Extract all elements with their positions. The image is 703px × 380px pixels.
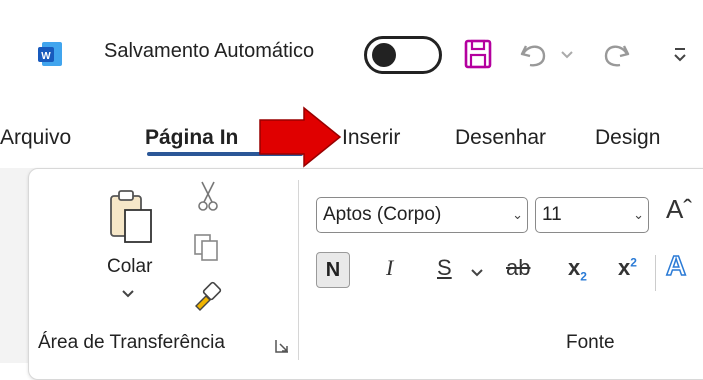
font-group-label: Fonte: [566, 332, 615, 353]
font-size-value: 11: [542, 204, 562, 225]
format-painter-icon[interactable]: [190, 278, 224, 312]
font-name-select[interactable]: Aptos (Corpo) ⌄: [316, 197, 528, 233]
superscript-mark: 2: [630, 255, 637, 270]
undo-dropdown-icon[interactable]: [560, 34, 574, 74]
svg-text:W: W: [41, 51, 51, 62]
undo-icon[interactable]: [516, 34, 552, 74]
ribbon-tabs: Arquivo Página In Inserir Desenhar Desig…: [0, 104, 703, 168]
chevron-down-icon: ⌄: [512, 207, 523, 222]
grow-font-icon[interactable]: Aˆ: [666, 194, 692, 225]
underline-button[interactable]: S: [437, 255, 452, 281]
paste-label[interactable]: Colar: [107, 256, 152, 278]
toggle-knob: [372, 43, 396, 67]
font-name-value: Aptos (Corpo): [323, 204, 442, 225]
subscript-mark: 2: [580, 269, 587, 284]
tab-arquivo[interactable]: Arquivo: [0, 126, 71, 150]
red-arrow-annotation: [259, 106, 342, 168]
redo-icon[interactable]: [598, 34, 634, 74]
tab-desenhar[interactable]: Desenhar: [455, 126, 546, 150]
subscript-button[interactable]: x2: [568, 255, 587, 283]
customize-qat-icon[interactable]: [670, 34, 690, 74]
dialog-launcher-icon[interactable]: [274, 338, 290, 354]
word-icon: W: [38, 42, 62, 66]
font-size-select[interactable]: 11 ⌄: [535, 197, 649, 233]
paste-icon[interactable]: [107, 188, 157, 246]
autosave-toggle[interactable]: [364, 36, 442, 74]
format-separator: [655, 255, 656, 291]
autosave-label: Salvamento Automático: [104, 40, 315, 62]
tab-inserir[interactable]: Inserir: [342, 126, 400, 150]
underline-dropdown-icon[interactable]: [470, 267, 484, 279]
tab-design[interactable]: Design: [595, 126, 660, 150]
title-bar: W Salvamento Automático: [0, 0, 703, 104]
superscript-x: x: [618, 255, 631, 280]
tab-pagina-inicial[interactable]: Página In: [145, 126, 238, 150]
italic-button[interactable]: I: [386, 255, 393, 281]
copy-icon[interactable]: [192, 232, 222, 264]
superscript-button[interactable]: x2: [618, 255, 637, 281]
bold-button[interactable]: N: [316, 252, 350, 288]
subscript-x: x: [568, 255, 581, 280]
scissors-icon[interactable]: [196, 180, 220, 214]
group-separator: [298, 180, 299, 360]
strikethrough-button[interactable]: ab: [506, 255, 530, 281]
chevron-down-icon: ⌄: [633, 207, 644, 222]
paste-dropdown-icon[interactable]: [121, 288, 135, 300]
clipboard-group-label: Área de Transferência: [38, 332, 225, 353]
save-icon[interactable]: [462, 34, 494, 74]
text-effects-icon[interactable]: A: [665, 249, 687, 282]
